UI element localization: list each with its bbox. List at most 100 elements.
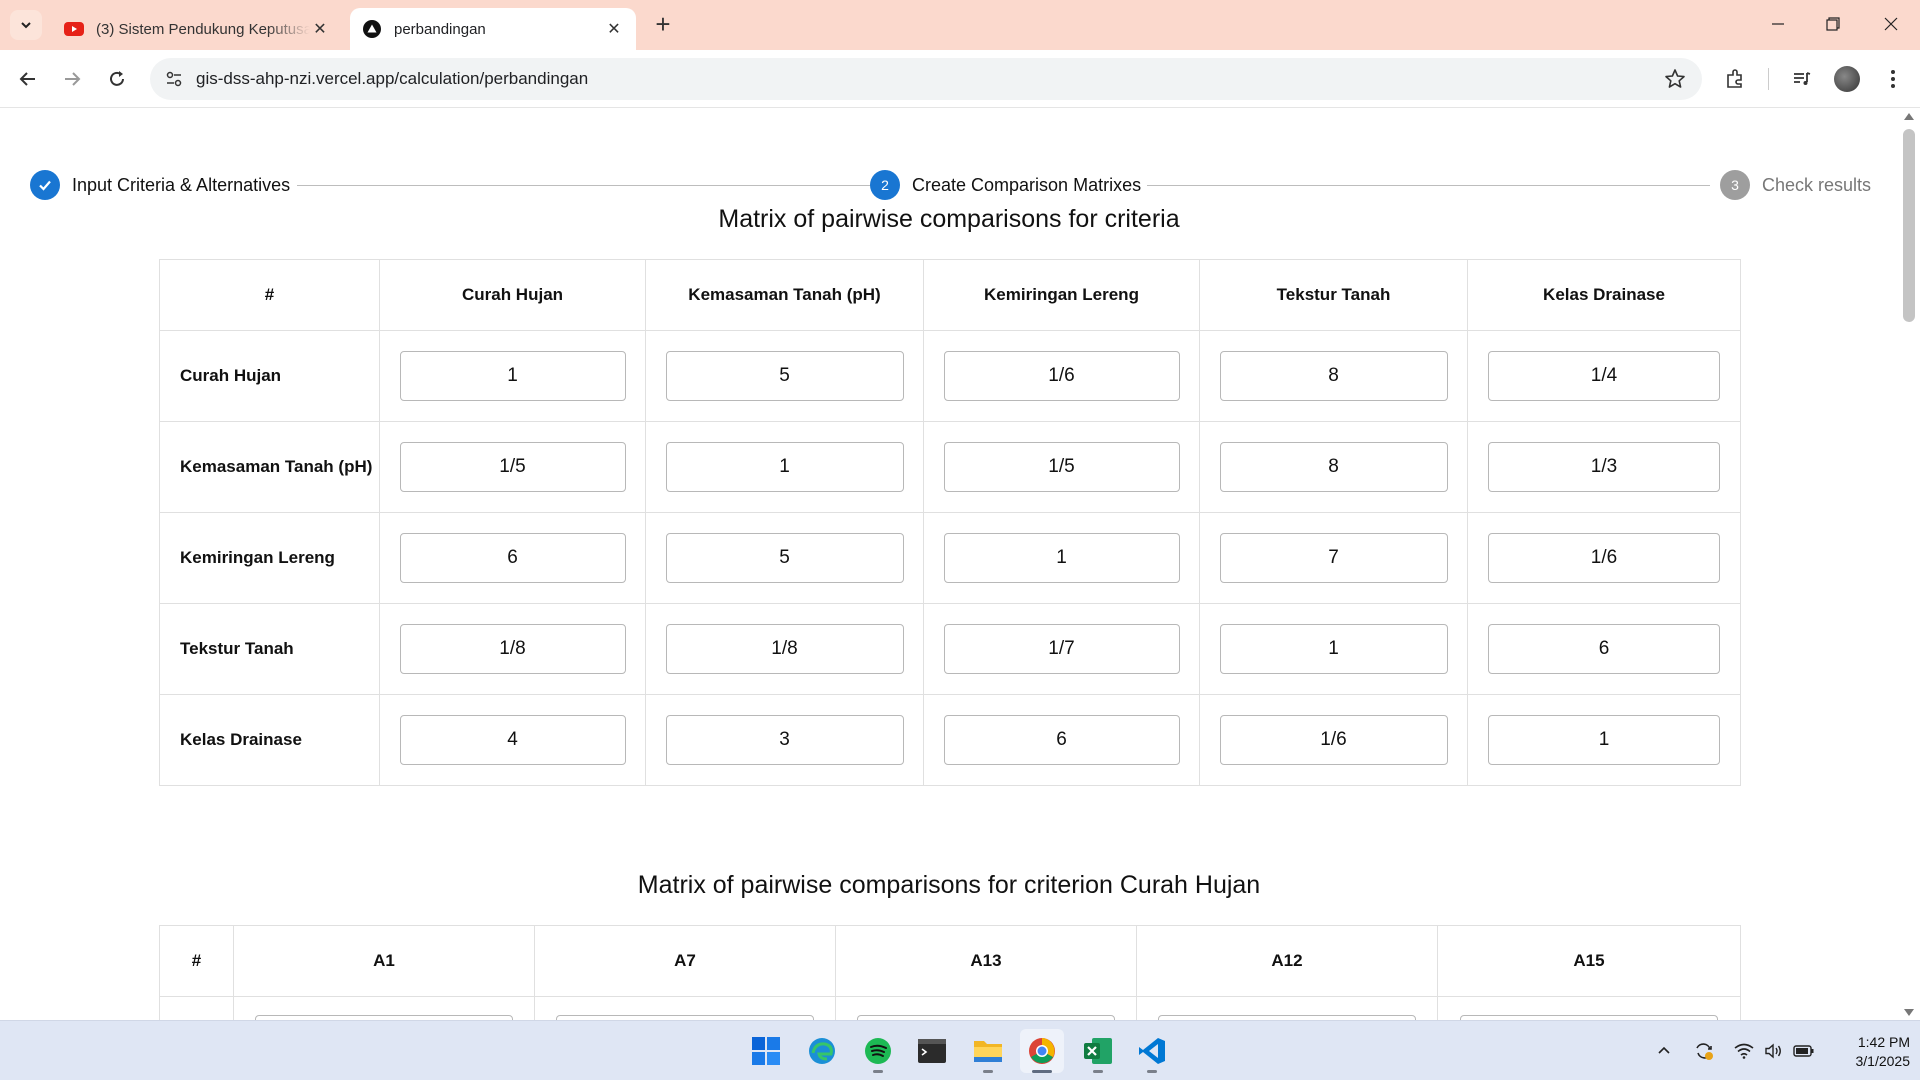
comparison-input[interactable]: 1/8 (665, 624, 904, 674)
table-row: Kelas Drainase 4 3 6 1/6 1 (159, 694, 1741, 786)
clock-date: 3/1/2025 (1855, 1053, 1911, 1069)
comparison-input[interactable]: 6 (1488, 624, 1720, 674)
column-header: A7 (534, 925, 836, 997)
close-icon (1884, 17, 1898, 31)
comparison-input[interactable]: 8 (1219, 442, 1448, 492)
chevron-up-icon[interactable] (1652, 1039, 1676, 1063)
running-indicator (873, 1070, 883, 1073)
comparison-input[interactable]: 1/6 (1488, 533, 1720, 583)
wifi-icon[interactable] (1732, 1039, 1756, 1063)
comparison-input[interactable]: 5 (665, 533, 904, 583)
tab-search-button[interactable] (10, 10, 42, 40)
minimize-icon (1772, 23, 1784, 25)
windows-taskbar: 1:42 PM 3/1/2025 (0, 1020, 1920, 1080)
browser-tab-strip: (3) Sistem Pendukung Keputusan ✕ perband… (0, 0, 1920, 50)
terminal-icon[interactable] (910, 1029, 954, 1073)
corner-header: # (159, 259, 380, 331)
back-button[interactable] (12, 63, 44, 95)
window-close-button[interactable] (1871, 8, 1911, 40)
excel-icon[interactable] (1076, 1029, 1120, 1073)
edge-icon[interactable] (800, 1029, 844, 1073)
row-header (159, 996, 234, 1020)
toolbar-divider (1768, 68, 1769, 90)
criteria-matrix-title: Matrix of pairwise comparisons for crite… (718, 205, 1180, 233)
browser-toolbar: gis-dss-ahp-nzi.vercel.app/calculation/p… (0, 50, 1920, 108)
running-indicator (1032, 1070, 1052, 1073)
comparison-input[interactable]: 1/6 (1219, 715, 1448, 765)
corner-header: # (159, 925, 234, 997)
volume-icon[interactable] (1762, 1039, 1786, 1063)
chrome-icon[interactable] (1020, 1029, 1064, 1073)
file-explorer-icon[interactable] (966, 1029, 1010, 1073)
comparison-input[interactable]: 4 (399, 715, 626, 765)
site-info-icon[interactable] (154, 58, 194, 100)
running-indicator (1093, 1070, 1103, 1073)
url-text: gis-dss-ahp-nzi.vercel.app/calculation/p… (196, 69, 589, 88)
progress-stepper: Input Criteria & Alternatives 2 Create C… (30, 169, 1871, 201)
scroll-up-arrow-icon[interactable] (1904, 113, 1914, 120)
step-comparison-matrixes[interactable]: 2 Create Comparison Matrixes (870, 169, 1141, 201)
comparison-input[interactable]: 1/3 (1488, 442, 1720, 492)
tab-perbandingan[interactable]: perbandingan ✕ (350, 8, 636, 50)
reload-button[interactable] (101, 63, 133, 95)
forward-button[interactable] (56, 63, 88, 95)
row-header: Curah Hujan (159, 330, 380, 422)
step-number: 2 (870, 170, 900, 200)
comparison-input[interactable]: 1/7 (943, 624, 1180, 674)
restore-icon (1826, 17, 1840, 31)
profile-avatar[interactable] (1831, 63, 1863, 95)
scrollbar-thumb[interactable] (1903, 129, 1915, 322)
restore-button[interactable] (1813, 8, 1853, 40)
table-row (159, 996, 1741, 1020)
alternative-matrix-table: # A1 A7 A13 A12 A15 (159, 925, 1741, 1020)
comparison-input[interactable]: 1 (1488, 715, 1720, 765)
row-header: Kemiringan Lereng (159, 512, 380, 604)
step-connector (1147, 185, 1710, 186)
windows-start-icon[interactable] (744, 1029, 788, 1073)
vscode-icon[interactable] (1130, 1029, 1174, 1073)
arrow-left-icon (19, 72, 35, 86)
comparison-input[interactable]: 6 (399, 533, 626, 583)
comparison-input[interactable]: 5 (665, 351, 904, 401)
tab-youtube[interactable]: (3) Sistem Pendukung Keputusan ✕ (52, 8, 342, 50)
comparison-input[interactable]: 1 (943, 533, 1180, 583)
alternative-matrix-title: Matrix of pairwise comparisons for crite… (637, 871, 1261, 899)
extensions-icon[interactable] (1719, 63, 1751, 95)
comparison-input[interactable]: 1/5 (943, 442, 1180, 492)
battery-icon[interactable] (1792, 1039, 1816, 1063)
address-bar[interactable]: gis-dss-ahp-nzi.vercel.app/calculation/p… (150, 58, 1702, 100)
comparison-input[interactable]: 1 (665, 442, 904, 492)
step-check-results[interactable]: 3 Check results (1720, 169, 1871, 201)
minimize-button[interactable] (1758, 8, 1798, 40)
comparison-input[interactable]: 6 (943, 715, 1180, 765)
browser-menu-icon[interactable] (1877, 63, 1909, 95)
comparison-input[interactable]: 3 (665, 715, 904, 765)
column-header: Kemasaman Tanah (pH) (645, 259, 924, 331)
step-input-criteria[interactable]: Input Criteria & Alternatives (30, 169, 290, 201)
spotify-icon[interactable] (856, 1029, 900, 1073)
sync-icon[interactable] (1692, 1039, 1716, 1063)
column-header: A1 (233, 925, 535, 997)
table-row: Tekstur Tanah 1/8 1/8 1/7 1 6 (159, 603, 1741, 695)
comparison-input[interactable]: 1/4 (1488, 351, 1720, 401)
scroll-down-arrow-icon[interactable] (1904, 1009, 1914, 1016)
comparison-input[interactable]: 1 (399, 351, 626, 401)
table-header-row: # Curah Hujan Kemasaman Tanah (pH) Kemir… (159, 259, 1741, 331)
system-clock[interactable]: 1:42 PM 3/1/2025 (1820, 1033, 1911, 1071)
step-number: 3 (1720, 170, 1750, 200)
running-indicator (983, 1070, 993, 1073)
comparison-input[interactable]: 1/5 (399, 442, 626, 492)
column-header: Kelas Drainase (1467, 259, 1741, 331)
page-scrollbar[interactable] (1898, 109, 1920, 1020)
comparison-input[interactable]: 1/6 (943, 351, 1180, 401)
close-icon[interactable]: ✕ (604, 19, 624, 39)
new-tab-button[interactable]: + (650, 11, 676, 38)
comparison-input[interactable]: 1/8 (399, 624, 626, 674)
comparison-input[interactable]: 8 (1219, 351, 1448, 401)
media-control-icon[interactable] (1786, 63, 1818, 95)
comparison-input[interactable]: 7 (1219, 533, 1448, 583)
bookmark-star-icon[interactable] (1664, 68, 1686, 95)
table-row: Curah Hujan 1 5 1/6 8 1/4 (159, 330, 1741, 422)
comparison-input[interactable]: 1 (1219, 624, 1448, 674)
close-icon[interactable]: ✕ (310, 19, 330, 39)
